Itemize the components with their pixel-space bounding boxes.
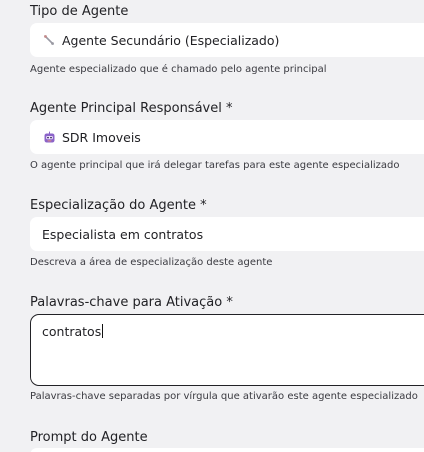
principal-agent-value: SDR Imoveis bbox=[62, 129, 141, 145]
principal-agent-select[interactable]: SDR Imoveis bbox=[30, 120, 424, 154]
prompt-textarea[interactable] bbox=[30, 448, 424, 452]
keywords-help: Palavras-chave separadas por vírgula que… bbox=[30, 391, 418, 402]
specialization-help: Descreva a área de especialização deste … bbox=[30, 257, 273, 268]
keywords-label: Palavras-chave para Ativação * bbox=[30, 295, 233, 310]
agent-type-value: Agente Secundário (Especializado) bbox=[62, 32, 280, 48]
text-caret bbox=[102, 324, 104, 338]
principal-agent-label: Agente Principal Responsável * bbox=[30, 101, 233, 116]
agent-type-help: Agente especializado que é chamado pelo … bbox=[30, 64, 327, 75]
branch-icon bbox=[42, 33, 56, 47]
specialization-input[interactable]: Especialista em contratos bbox=[30, 217, 424, 251]
principal-agent-help: O agente principal que irá delegar taref… bbox=[30, 160, 400, 171]
agent-form: Tipo de Agente Agente Secundário (Especi… bbox=[0, 0, 424, 452]
robot-avatar-icon bbox=[42, 130, 56, 144]
prompt-label: Prompt do Agente bbox=[30, 430, 148, 445]
keywords-textarea[interactable]: contratos bbox=[30, 314, 424, 386]
keywords-value: contratos bbox=[42, 324, 102, 339]
specialization-value: Especialista em contratos bbox=[42, 226, 204, 242]
specialization-label: Especialização do Agente * bbox=[30, 198, 207, 213]
agent-type-select[interactable]: Agente Secundário (Especializado) bbox=[30, 23, 424, 57]
agent-type-label: Tipo de Agente bbox=[30, 4, 129, 19]
